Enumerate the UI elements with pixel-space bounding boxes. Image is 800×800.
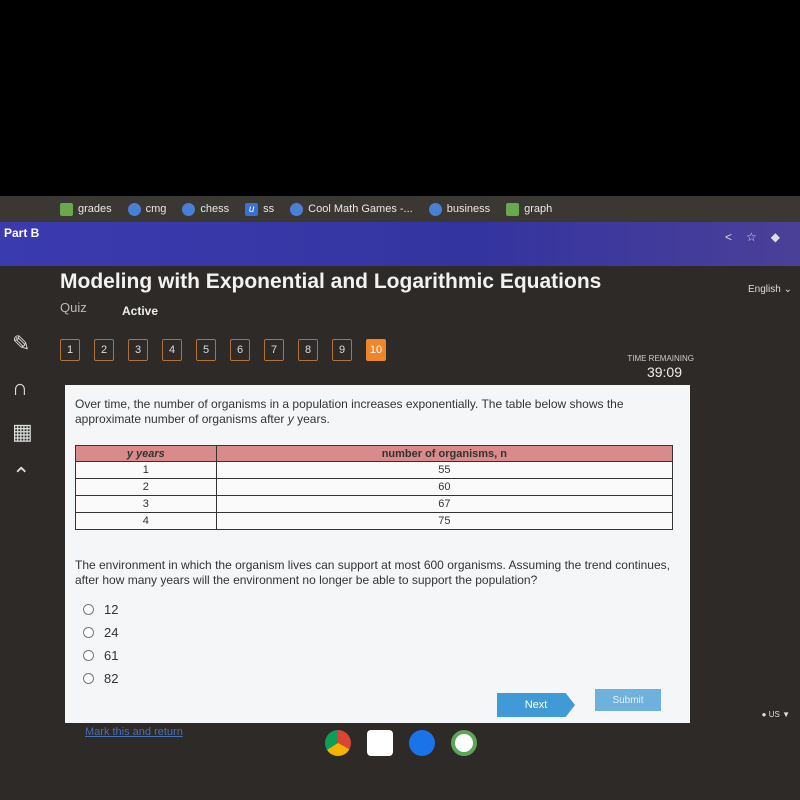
activity-type: Quiz xyxy=(60,300,87,315)
question-7[interactable]: 7 xyxy=(264,339,284,361)
choice-label: 82 xyxy=(104,671,119,686)
question-6[interactable]: 6 xyxy=(230,339,250,361)
choice-24[interactable]: 24 xyxy=(83,625,680,640)
radio-button[interactable] xyxy=(83,604,94,615)
cell: 75 xyxy=(215,512,674,530)
radio-button[interactable] xyxy=(83,627,94,638)
question-4[interactable]: 4 xyxy=(162,339,182,361)
question-text: The environment in which the organism li… xyxy=(75,558,670,587)
bookmark-ss[interactable]: u ss xyxy=(245,202,275,216)
u-icon: u xyxy=(245,202,259,216)
bookmark-label: graph xyxy=(524,203,553,215)
table-header-row: y years number of organisms, n xyxy=(75,445,674,462)
question-8[interactable]: 8 xyxy=(298,339,318,361)
info-icon: ● xyxy=(761,710,767,719)
page-title: Modeling with Exponential and Logarithmi… xyxy=(60,270,602,293)
mark-and-return-link[interactable]: Mark this and return xyxy=(85,726,183,738)
timer-label: TIME REMAINING xyxy=(627,354,694,363)
table-row: 4 75 xyxy=(75,512,674,530)
choice-label: 12 xyxy=(104,602,119,617)
next-button[interactable]: Next xyxy=(497,693,575,717)
tool-sidebar: ✎ ∩ ▦ ⌃ xyxy=(12,331,33,489)
answer-choices: 12 24 61 82 xyxy=(75,602,680,686)
table-row: 2 60 xyxy=(75,478,674,496)
question-nav: 1 2 3 4 5 6 7 8 9 10 xyxy=(60,339,386,361)
submit-button[interactable]: Submit xyxy=(595,689,661,711)
pencil-icon[interactable]: ✎ xyxy=(12,331,33,357)
table-row: 3 67 xyxy=(75,495,674,513)
region-label: US xyxy=(768,710,780,719)
files-icon[interactable] xyxy=(409,730,435,756)
cell: 1 xyxy=(75,461,217,479)
bookmark-graph[interactable]: graph xyxy=(506,202,553,216)
coolmath-icon xyxy=(428,202,442,216)
bookmark-business[interactable]: business xyxy=(428,202,491,216)
screen: grades cmg chess u ss Cool Math Games -..… xyxy=(0,196,800,800)
sheets-icon xyxy=(60,202,73,216)
bookmark-label: chess xyxy=(200,203,230,215)
prompt-text-end: years. xyxy=(293,412,330,426)
collapse-up-icon[interactable]: ⌃ xyxy=(12,463,33,489)
question-card: Over time, the number of organisms in a … xyxy=(65,385,690,723)
header-text: y years xyxy=(126,447,165,460)
question-10-current[interactable]: 10 xyxy=(366,339,386,361)
bookmark-label: ss xyxy=(263,203,275,215)
radio-button[interactable] xyxy=(83,673,94,684)
cell: 67 xyxy=(215,495,674,513)
data-table: y years number of organisms, n 1 55 2 60 36… xyxy=(75,445,674,530)
prompt-text: Over time, the number of organisms in a … xyxy=(75,397,624,426)
system-tray[interactable]: ● US ▼ xyxy=(762,710,790,719)
headphones-icon[interactable]: ∩ xyxy=(12,375,33,401)
language-label: English xyxy=(748,284,781,295)
app-icon[interactable] xyxy=(451,730,477,756)
choice-label: 61 xyxy=(104,648,119,663)
bookmark-label: business xyxy=(446,203,491,215)
table-row: 1 55 xyxy=(75,461,674,479)
calculator-icon[interactable]: ▦ xyxy=(12,419,33,445)
graph-icon xyxy=(506,202,520,216)
question-3[interactable]: 3 xyxy=(128,339,148,361)
choice-12[interactable]: 12 xyxy=(83,602,680,617)
share-icon[interactable]: < xyxy=(725,230,732,244)
extension-icon[interactable]: ◆ xyxy=(771,230,780,244)
bookmarks-bar: grades cmg chess u ss Cool Math Games -..… xyxy=(0,196,800,222)
star-icon[interactable]: ☆ xyxy=(746,230,757,244)
bookmark-label: Cool Math Games -... xyxy=(308,203,413,215)
chevron-down-icon: ⌄ xyxy=(783,284,792,295)
wifi-icon: ▼ xyxy=(782,710,790,719)
radio-button[interactable] xyxy=(83,650,94,661)
col-header-organisms: number of organisms, n xyxy=(215,445,674,462)
status-label: Active xyxy=(122,304,159,318)
bookmark-cmg[interactable]: cmg xyxy=(127,202,167,216)
part-label: Part B xyxy=(4,226,40,240)
question-5[interactable]: 5 xyxy=(196,339,216,361)
question-prompt: Over time, the number of organisms in a … xyxy=(75,397,680,427)
bookmark-cool-math-games[interactable]: Cool Math Games -... xyxy=(290,202,413,216)
question-2[interactable]: 2 xyxy=(94,339,114,361)
cell: 60 xyxy=(215,478,674,496)
chrome-icon[interactable] xyxy=(325,730,351,756)
cell: 2 xyxy=(75,478,217,496)
bookmark-label: grades xyxy=(78,203,112,215)
app-header: Part B < ☆ ◆ xyxy=(0,222,800,266)
choice-82[interactable]: 82 xyxy=(83,671,680,686)
play-store-icon[interactable] xyxy=(367,730,393,756)
bookmark-label: cmg xyxy=(145,203,167,215)
question-9[interactable]: 9 xyxy=(332,339,352,361)
col-header-years: y years xyxy=(75,445,217,462)
taskbar xyxy=(325,730,477,756)
bookmark-grades[interactable]: grades xyxy=(60,202,112,216)
cell: 55 xyxy=(215,461,674,479)
cell: 3 xyxy=(75,495,217,513)
coolmath-icon xyxy=(127,202,141,216)
language-select[interactable]: English ⌄ xyxy=(748,284,792,295)
cell: 4 xyxy=(75,512,217,530)
bookmark-chess[interactable]: chess xyxy=(182,202,230,216)
question-1[interactable]: 1 xyxy=(60,339,80,361)
coolmath-icon xyxy=(182,202,196,216)
choice-61[interactable]: 61 xyxy=(83,648,680,663)
timer: 39:09 xyxy=(646,364,682,380)
choice-label: 24 xyxy=(104,625,119,640)
coolmath-icon xyxy=(290,202,304,216)
